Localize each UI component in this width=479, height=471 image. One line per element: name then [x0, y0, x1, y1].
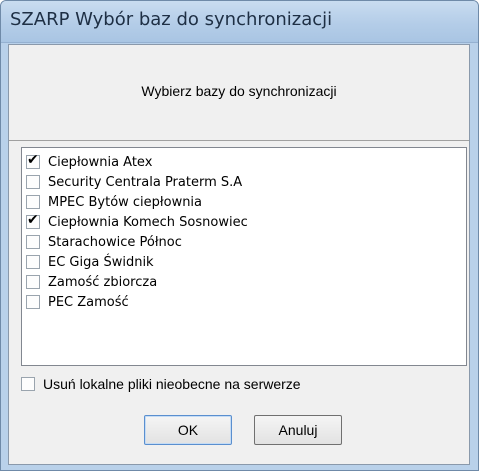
remove-local-files-option[interactable]: Usuń lokalne pliki nieobecne na serwerze: [21, 376, 301, 392]
list-item[interactable]: Security Centrala Praterm S.A: [26, 172, 456, 192]
list-item[interactable]: EC Giga Świdnik: [26, 252, 456, 272]
checkbox[interactable]: [26, 255, 40, 269]
checkbox[interactable]: [26, 235, 40, 249]
list-item[interactable]: Ciepłownia Komech Sosnowiec: [26, 212, 456, 232]
checkbox[interactable]: [26, 295, 40, 309]
list-item[interactable]: Starachowice Północ: [26, 232, 456, 252]
list-item-label: Zamość zbiorcza: [48, 274, 158, 290]
title-bar[interactable]: SZARP Wybór baz do synchronizacji: [1, 1, 478, 43]
list-item-label: Starachowice Północ: [48, 234, 182, 250]
list-item[interactable]: Ciepłownia Atex: [26, 152, 456, 172]
checkbox[interactable]: [26, 175, 40, 189]
checkbox[interactable]: [26, 275, 40, 289]
list-item-label: MPEC Bytów ciepłownia: [48, 194, 203, 210]
checkbox[interactable]: [26, 195, 40, 209]
remove-local-files-label: Usuń lokalne pliki nieobecne na serwerze: [43, 376, 301, 392]
window-title: SZARP Wybór baz do synchronizacji: [10, 9, 333, 30]
list-item[interactable]: Zamość zbiorcza: [26, 272, 456, 292]
checkbox[interactable]: [26, 212, 40, 229]
header-panel: Wybierz bazy do synchronizacji: [9, 45, 469, 141]
list-item-label: Security Centrala Praterm S.A: [48, 174, 243, 190]
list-item[interactable]: MPEC Bytów ciepłownia: [26, 192, 456, 212]
list-item[interactable]: PEC Zamość: [26, 292, 456, 312]
cancel-button[interactable]: Anuluj: [254, 415, 342, 445]
list-item-label: Ciepłownia Atex: [48, 154, 153, 170]
remove-local-files-checkbox[interactable]: [21, 377, 35, 391]
dialog-client-area: Wybierz bazy do synchronizacji Ciepłowni…: [8, 44, 470, 465]
sync-dialog-window: SZARP Wybór baz do synchronizacji Wybier…: [0, 0, 479, 471]
list-item-label: EC Giga Świdnik: [48, 254, 154, 270]
instruction-label: Wybierz bazy do synchronizacji: [141, 83, 337, 99]
list-item-label: PEC Zamość: [48, 294, 129, 310]
checkbox[interactable]: [26, 152, 40, 169]
list-item-label: Ciepłownia Komech Sosnowiec: [48, 214, 248, 230]
database-checklist[interactable]: Ciepłownia Atex Security Centrala Prater…: [21, 147, 467, 366]
ok-button[interactable]: OK: [144, 415, 232, 445]
